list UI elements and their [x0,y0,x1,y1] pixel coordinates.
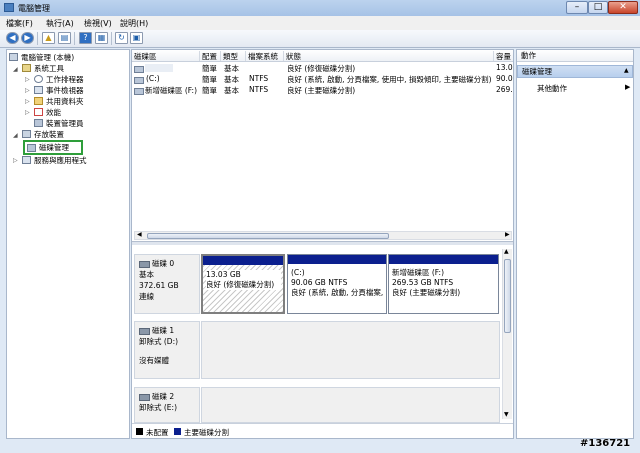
partition-bar [203,256,283,265]
table-row[interactable]: (C:) 簡單 基本 NTFS 良好 (系統, 啟動, 分頁檔案, 使用中, 損… [132,74,513,84]
properties-icon[interactable]: ▦ [95,32,108,44]
table-row[interactable]: 新增磁碟區 (F:) 簡單 基本 NTFS 良好 (主要磁碟分割) 269. [132,85,513,95]
up-folder-icon[interactable]: ▲ [42,32,55,44]
menu-help[interactable]: 說明(H) [120,18,148,29]
volume-icon [134,77,144,84]
partition-c[interactable]: (C:) 90.06 GB NTFS 良好 (系統, 啟動, 分頁檔案,... [287,254,387,314]
console-tree: 電腦管理 (本機) ◢ 系統工具 ▷ 工作排程器 ▷ 事件檢視器 ▷ 共用資料夾… [6,49,130,439]
show-tree-icon[interactable]: ▤ [58,32,71,44]
forward-arrow-icon[interactable]: ▶ [21,32,34,44]
column-layout[interactable]: 配置 [200,51,221,61]
toolbar: ◀ ▶ ▲ ▤ ? ▦ ↻ ▣ [0,30,640,48]
volume-icon [134,88,144,95]
tree-node-disk-management[interactable]: 磁碟管理 [23,140,83,155]
partition-bar [389,255,498,264]
actions-pane: 動作 磁碟管理 ▲ 其他動作 ▶ [516,49,634,439]
disk-icon [139,327,150,335]
scroll-down-icon[interactable]: ▼ [504,411,509,418]
expand-icon[interactable]: ▷ [13,155,18,166]
computer-management-icon [4,3,14,12]
menu-action[interactable]: 執行(A) [46,18,74,29]
column-type[interactable]: 類型 [221,51,246,61]
performance-icon [34,108,43,116]
expand-icon[interactable]: ▷ [25,74,30,85]
scroll-left-icon[interactable]: ◀ [137,231,142,238]
tools-icon [22,64,31,72]
scrollbar-thumb[interactable] [504,259,511,333]
volume-list-header: 磁碟區 配置 類型 檔案系統 狀態 容量 [132,50,513,62]
disk-map: 磁碟 0 基本 372.61 GB 連線 13.03 GB 良好 (修復磁碟分割… [132,245,513,423]
partition-f[interactable]: 新增磁碟區 (F:) 269.53 GB NTFS 良好 (主要磁碟分割) [388,254,499,314]
watermark: #136721 [580,438,631,449]
title-bar[interactable]: 電腦管理 – □ ✕ [0,0,640,17]
vertical-scrollbar[interactable]: ▲ ▼ [502,248,512,419]
disk-2-empty-area [201,387,500,423]
disk-management-icon [27,144,36,152]
storage-icon [22,130,31,138]
legend-primary: 主要磁碟分割 [184,428,229,437]
maximize-button[interactable]: □ [588,1,608,14]
horizontal-scrollbar[interactable]: ◀ ▶ [134,231,512,240]
legend-primary-swatch [174,428,181,435]
partition-recovery[interactable]: 13.03 GB 良好 (修復磁碟分割) [201,254,285,314]
collapse-icon[interactable]: ◢ [13,64,18,75]
column-capacity[interactable]: 容量 [494,51,513,61]
scroll-right-icon[interactable]: ▶ [505,231,510,238]
refresh-icon[interactable]: ↻ [115,32,128,44]
collapse-icon[interactable]: ◢ [13,130,18,141]
back-arrow-icon[interactable]: ◀ [6,32,19,44]
computer-icon [9,53,18,61]
scroll-up-icon[interactable]: ▲ [504,248,509,255]
column-status[interactable]: 狀態 [284,51,494,61]
expand-icon[interactable]: ▷ [25,107,30,118]
disk-icon [139,260,150,268]
clock-icon [34,75,43,83]
partition-bar [288,255,386,264]
volume-icon [134,66,144,73]
legend-unallocated: 未配置 [146,428,169,437]
expand-icon[interactable]: ▷ [25,96,30,107]
window-title: 電腦管理 [18,4,50,13]
toolbar-separator [37,32,38,45]
disk-1-label[interactable]: 磁碟 1 卸除式 (D:) 沒有媒體 [134,321,200,379]
folder-icon [34,97,43,105]
table-row[interactable]: 簡單 基本 良好 (修復磁碟分割) 13.0 [132,63,513,73]
device-manager-icon [34,119,43,127]
minimize-button[interactable]: – [566,1,588,14]
expand-icon[interactable]: ▷ [25,85,30,96]
help-icon[interactable]: ? [79,32,92,44]
export-icon[interactable]: ▣ [130,32,143,44]
scrollbar-thumb[interactable] [147,233,389,239]
disk-2-label[interactable]: 磁碟 2 卸除式 (E:) [134,387,200,423]
toolbar-separator [111,32,112,45]
collapse-up-icon[interactable]: ▲ [624,67,629,74]
menu-file[interactable]: 檔案(F) [6,18,33,29]
event-viewer-icon [34,86,43,94]
services-icon [22,156,31,164]
actions-header: 動作 [517,50,633,62]
volume-name-field [145,64,173,72]
column-filesystem[interactable]: 檔案系統 [246,51,284,61]
menu-bar: 檔案(F) 執行(A) 檢視(V) 說明(H) [0,16,640,31]
legend-bar: 未配置 主要磁碟分割 [132,423,513,438]
disk-icon [139,393,150,401]
toolbar-separator [74,32,75,45]
disk-0-label[interactable]: 磁碟 0 基本 372.61 GB 連線 [134,254,200,314]
column-volume[interactable]: 磁碟區 [132,51,200,61]
main-pane: 磁碟區 配置 類型 檔案系統 狀態 容量 簡單 基本 良好 (修復磁碟分割) 1… [131,49,514,439]
submenu-arrow-icon: ▶ [625,83,631,91]
legend-unallocated-swatch [136,428,143,435]
status-bar [0,441,640,453]
disk-1-empty-area [201,321,500,379]
actions-section-disk-management[interactable]: 磁碟管理 [517,65,633,78]
close-button[interactable]: ✕ [608,1,638,14]
more-actions[interactable]: 其他動作 [537,83,567,94]
menu-view[interactable]: 檢視(V) [84,18,112,29]
